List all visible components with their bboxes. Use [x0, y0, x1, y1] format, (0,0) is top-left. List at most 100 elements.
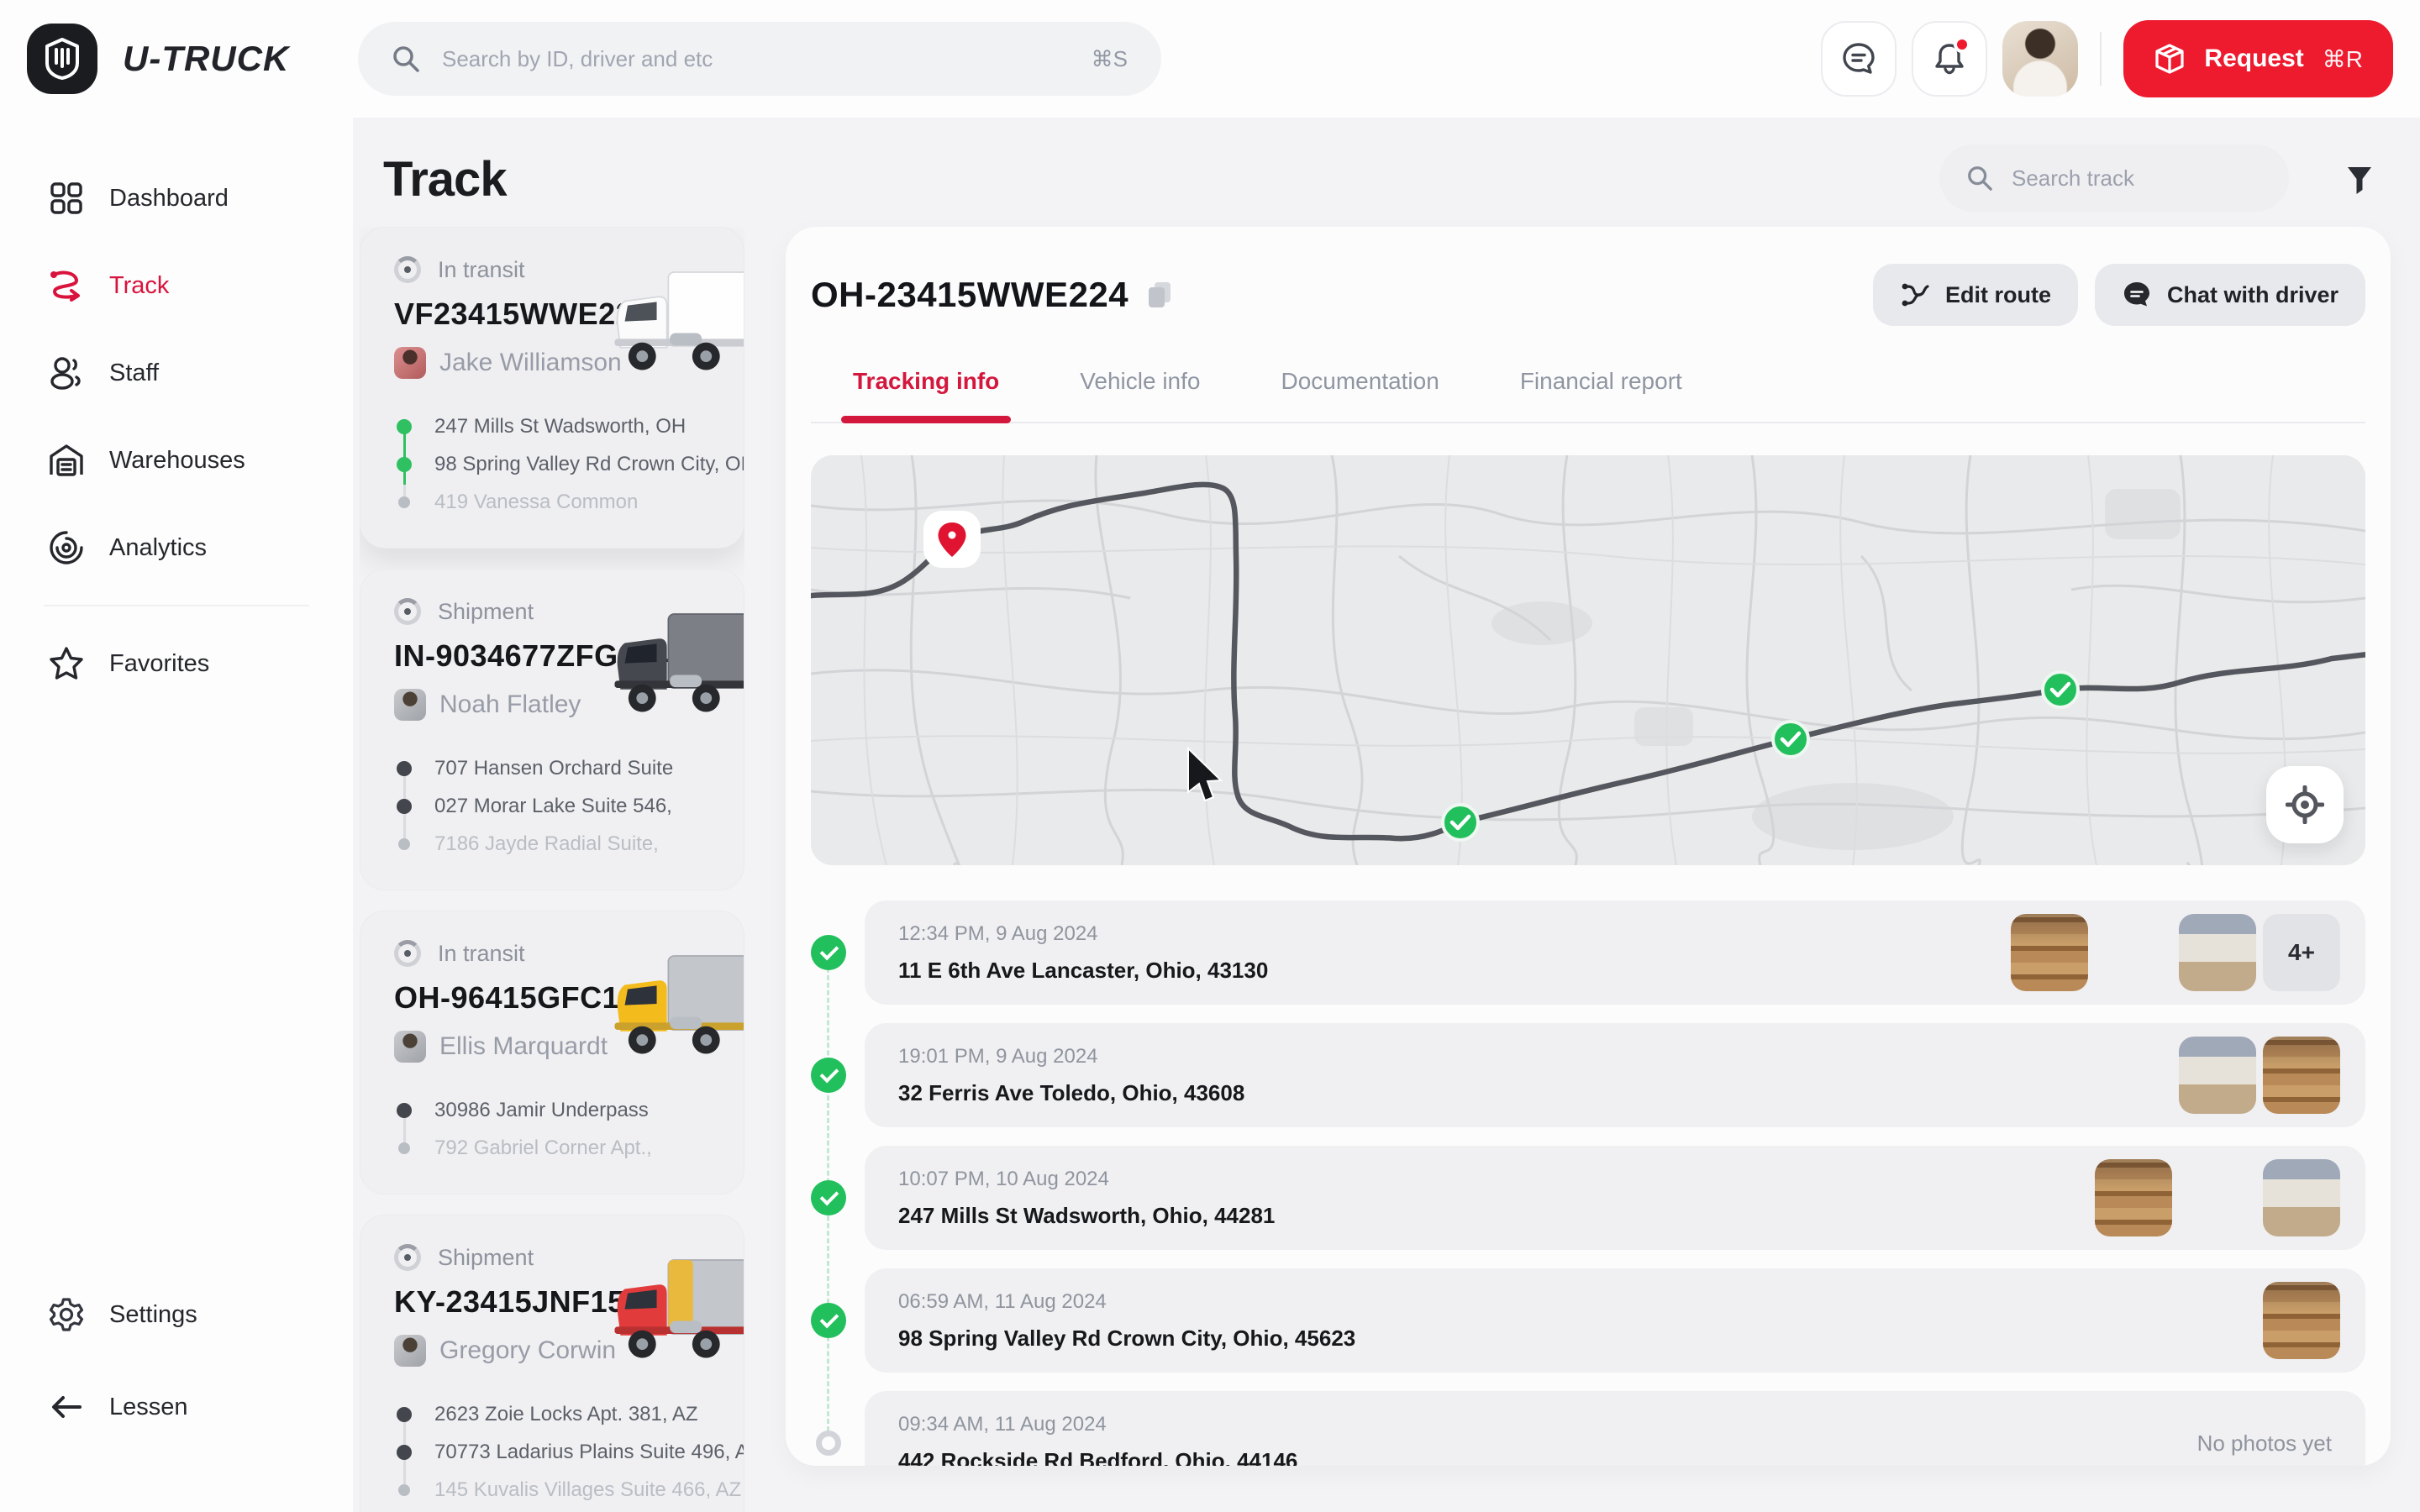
stop: 419 Vanessa Common [394, 483, 744, 521]
sidebar-collapse[interactable]: Lessen [0, 1361, 353, 1453]
checkpoint-row[interactable]: 09:34 AM, 11 Aug 2024 442 Rockside Rd Be… [865, 1391, 2365, 1466]
chat-with-driver-label: Chat with driver [2167, 282, 2338, 308]
messages-button[interactable] [1821, 21, 1897, 97]
driver-name: Ellis Marquardt [439, 1032, 608, 1061]
sidebar-item-label: Dashboard [109, 185, 229, 213]
track-search-input[interactable] [2012, 165, 2293, 192]
checkpoint-row[interactable]: 10:07 PM, 10 Aug 2024 247 Mills St Wadsw… [865, 1146, 2365, 1250]
stop: 247 Mills St Wadsworth, OH [394, 407, 744, 445]
track-card-list: In transit VF23415WWE224 Jake Williamson… [360, 227, 744, 1512]
edit-route-button[interactable]: Edit route [1873, 264, 2078, 326]
route-map[interactable] [811, 455, 2365, 865]
copy-id-button[interactable] [1147, 281, 1172, 309]
checkpoint-row[interactable]: 12:34 PM, 9 Aug 2024 11 E 6th Ave Lancas… [865, 900, 2365, 1005]
driver-avatar [394, 1031, 426, 1063]
status-label: In transit [438, 257, 525, 283]
sidebar-item-track[interactable]: Track [0, 242, 353, 329]
global-search[interactable]: ⌘S [358, 22, 1161, 96]
sidebar-item-label: Analytics [109, 534, 207, 562]
sidebar-item-favorites[interactable]: Favorites [0, 620, 353, 707]
checkpoint-time: 09:34 AM, 11 Aug 2024 [898, 1413, 1297, 1436]
truck-image [596, 940, 744, 1078]
detail-tabs: Tracking info Vehicle info Documentation… [853, 368, 2365, 422]
funnel-icon [2343, 163, 2376, 197]
checkpoint-photo[interactable] [2263, 1037, 2340, 1114]
sidebar-collapse-label: Lessen [109, 1394, 188, 1421]
sidebar-item-analytics[interactable]: Analytics [0, 504, 353, 591]
tab-documentation[interactable]: Documentation [1281, 368, 1439, 422]
star-icon [47, 646, 86, 681]
notifications-button[interactable] [1912, 21, 1987, 97]
more-photos-badge[interactable]: 4+ [2263, 914, 2340, 991]
checkpoint-done-icon [811, 935, 846, 970]
track-card-in9034677zfg154[interactable]: Shipment IN-9034677ZFG154 Noah Flatley 7… [360, 569, 744, 890]
driver-name: Noah Flatley [439, 690, 581, 719]
checkpoint-photo[interactable] [2179, 1037, 2256, 1114]
crosshair-icon [2286, 785, 2324, 824]
checkpoint-photo[interactable] [2095, 914, 2172, 991]
truck-image [596, 598, 744, 736]
checkpoint-photo[interactable] [2263, 1159, 2340, 1236]
checkpoint-photo[interactable] [2263, 1282, 2340, 1359]
status-label: Shipment [438, 599, 534, 625]
checkpoint-photo[interactable] [2179, 1159, 2256, 1236]
stop: 145 Kuvalis Villages Suite 466, AZ [394, 1471, 744, 1509]
checkpoint-photo[interactable] [1927, 914, 2004, 991]
track-card-vf23415wwe224[interactable]: In transit VF23415WWE224 Jake Williamson… [360, 227, 744, 549]
gear-icon [47, 1296, 86, 1333]
filter-button[interactable] [2339, 160, 2380, 200]
stop: 2623 Zoie Locks Apt. 381, AZ [394, 1395, 744, 1433]
checkpoint-pending-icon [816, 1431, 841, 1456]
divider [2100, 32, 2102, 86]
status-icon [394, 256, 421, 283]
stop: 027 Morar Lake Suite 546, [394, 787, 744, 825]
checkpoint-photo[interactable] [2095, 1159, 2172, 1236]
copy-icon [1147, 281, 1172, 309]
checkpoint-address: 32 Ferris Ave Toledo, Ohio, 43608 [898, 1080, 1244, 1106]
track-detail-panel: OH-23415WWE224 Edit route Chat wi [786, 227, 2391, 1466]
checkpoint-photo[interactable] [2011, 914, 2088, 991]
checkpoint-row[interactable]: 06:59 AM, 11 Aug 2024 98 Spring Valley R… [865, 1268, 2365, 1373]
status-icon [394, 1244, 421, 1271]
driver-avatar [394, 347, 426, 379]
sidebar-item-settings[interactable]: Settings [0, 1268, 353, 1361]
tab-vehicle-info[interactable]: Vehicle info [1080, 368, 1200, 422]
stop: 707 Hansen Orchard Suite [394, 749, 744, 787]
detail-track-id: OH-23415WWE224 [811, 275, 1128, 315]
checkpoint-done-icon [811, 1303, 846, 1338]
sidebar-item-staff[interactable]: Staff [0, 329, 353, 417]
shield-icon [44, 38, 81, 80]
locate-button[interactable] [2266, 766, 2344, 843]
global-search-input[interactable] [442, 46, 1070, 72]
warehouse-icon [47, 443, 86, 478]
track-card-oh96415gfc145[interactable]: In transit OH-96415GFC145 Ellis Marquard… [360, 911, 744, 1194]
track-search[interactable] [1939, 144, 2289, 212]
checkpoint-address: 442 Rockside Rd Bedford, Ohio, 44146 [898, 1448, 1297, 1467]
search-icon [392, 45, 420, 73]
checkpoint-row[interactable]: 19:01 PM, 9 Aug 2024 32 Ferris Ave Toled… [865, 1023, 2365, 1127]
sidebar-item-warehouses[interactable]: Warehouses [0, 417, 353, 504]
arrow-left-icon [47, 1394, 86, 1420]
checkpoint-photo[interactable] [2179, 914, 2256, 991]
driver-name: Jake Williamson [439, 349, 622, 377]
truck-image [596, 256, 744, 394]
map-pin-icon [923, 511, 981, 568]
checkpoint-address: 98 Spring Valley Rd Crown City, Ohio, 45… [898, 1326, 1355, 1352]
stop: 98 Spring Valley Rd Crown City, OH [394, 445, 744, 483]
chat-with-driver-button[interactable]: Chat with driver [2095, 264, 2365, 326]
sidebar: Dashboard Track Staff Warehouses Analyti… [0, 118, 353, 1512]
sidebar-item-label: Settings [109, 1301, 197, 1329]
tab-tracking-info[interactable]: Tracking info [853, 368, 999, 422]
track-card-ky23415jnf155[interactable]: Shipment KY-23415JNF155 Gregory Corwin 2… [360, 1215, 744, 1512]
user-avatar[interactable] [2002, 21, 2078, 97]
tab-financial-report[interactable]: Financial report [1520, 368, 1682, 422]
driver-avatar [394, 1335, 426, 1367]
request-button[interactable]: Request ⌘R [2123, 20, 2393, 97]
checkpoint-address: 11 E 6th Ave Lancaster, Ohio, 43130 [898, 958, 1268, 984]
sidebar-item-dashboard[interactable]: Dashboard [0, 155, 353, 242]
checkpoint-time: 19:01 PM, 9 Aug 2024 [898, 1045, 1244, 1068]
checkpoint-time: 06:59 AM, 11 Aug 2024 [898, 1290, 1355, 1314]
sidebar-item-label: Track [109, 272, 169, 300]
main-content: Track In transit VF23415WWE224 Jake Will… [353, 118, 2420, 1512]
search-icon [1966, 165, 1993, 192]
